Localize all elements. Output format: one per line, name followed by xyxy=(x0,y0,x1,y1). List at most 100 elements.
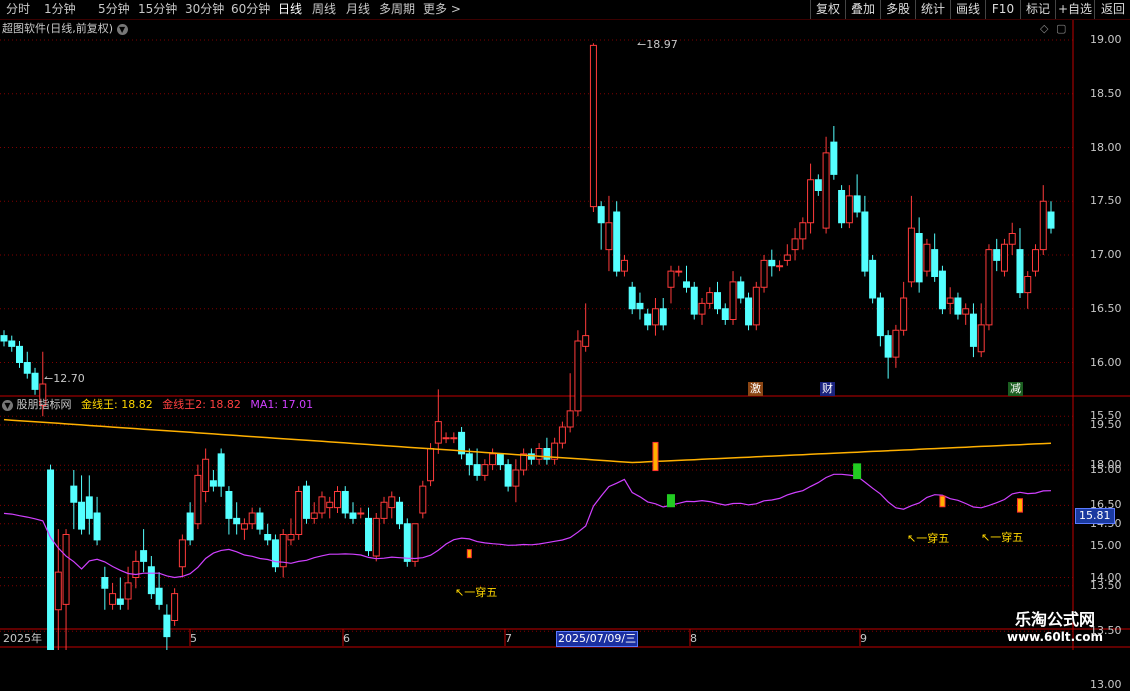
candle-body xyxy=(194,474,202,525)
candle-body xyxy=(1024,276,1032,294)
candle-body xyxy=(969,313,977,347)
chevron-down-icon[interactable]: ▼ xyxy=(116,23,128,35)
stock-title: 超图软件(日线,前复权) xyxy=(2,22,114,35)
candle-body xyxy=(155,587,163,605)
candle-body xyxy=(419,485,427,514)
candle-body xyxy=(434,421,442,444)
chart-canvas[interactable] xyxy=(0,0,1130,650)
y-tick-label: 15.00 xyxy=(1090,538,1122,552)
high-price-label: ↼18.97 xyxy=(637,38,678,51)
candle-body xyxy=(209,480,217,487)
candle-body xyxy=(582,335,590,347)
y-tick-label: 16.50 xyxy=(1090,301,1122,315)
candle-body xyxy=(380,501,388,519)
candle-body xyxy=(597,206,605,224)
candle-body xyxy=(985,249,993,326)
candle-body xyxy=(333,491,341,509)
ma1-line xyxy=(3,473,1052,579)
current-value-badge: 15.81 xyxy=(1075,508,1115,524)
candle-body xyxy=(636,302,644,310)
square-icon[interactable]: ▢ xyxy=(1056,22,1066,36)
gold-line xyxy=(3,418,1052,464)
candle-body xyxy=(822,152,830,229)
low-price-label: ↼12.70 xyxy=(44,372,85,385)
candle-body xyxy=(714,292,722,310)
candle-body xyxy=(163,614,171,638)
candle-body xyxy=(682,281,690,288)
candle-body xyxy=(667,270,675,288)
watermark: 乐淘公式网 www.60lt.com xyxy=(985,606,1125,644)
candle-body xyxy=(574,340,582,412)
candle-body xyxy=(1047,211,1055,229)
candle-body xyxy=(70,485,78,503)
candle-body xyxy=(442,437,450,440)
candle-body xyxy=(745,297,753,326)
candle-body xyxy=(721,308,729,320)
candle-body xyxy=(558,426,566,444)
candle-body xyxy=(907,227,915,283)
candle-body xyxy=(566,410,574,428)
candle-body xyxy=(147,566,155,595)
event-marker-jian[interactable]: 减 xyxy=(1008,382,1023,396)
candle-body xyxy=(892,329,900,358)
candle-body xyxy=(341,491,349,514)
candle-body xyxy=(853,195,861,213)
chevron-down-icon[interactable]: ▼ xyxy=(2,399,13,411)
y-tick-label: 13.00 xyxy=(1090,678,1122,691)
candle-body xyxy=(760,259,768,288)
candle-body xyxy=(450,437,458,440)
candle-body xyxy=(512,469,520,487)
date-label: 9 xyxy=(860,632,867,645)
candle-body xyxy=(993,249,1001,261)
candle-body xyxy=(481,464,489,476)
candle-body xyxy=(915,233,923,283)
y-tick-label: 19.50 xyxy=(1090,418,1122,431)
event-marker-ji[interactable]: 激 xyxy=(748,382,763,396)
candle-body xyxy=(799,222,807,240)
cross-signal-bar xyxy=(652,441,659,472)
crosshair-date-label: 2025/07/09/三 xyxy=(556,631,639,647)
candle-body xyxy=(171,593,179,621)
candle-body xyxy=(628,286,636,310)
candle-body xyxy=(357,512,365,515)
candle-body xyxy=(256,512,264,530)
candle-body xyxy=(931,249,939,277)
event-marker-cai[interactable]: 财 xyxy=(820,382,835,396)
candle-body xyxy=(543,448,551,460)
candle-body xyxy=(240,523,248,530)
watermark-url: www.60lt.com xyxy=(1006,630,1104,644)
candle-body xyxy=(527,453,535,460)
date-label: 7 xyxy=(505,632,512,645)
gold-line-label: 金线王: 18.82 xyxy=(81,398,153,411)
candle-body xyxy=(186,512,194,541)
candle-body xyxy=(737,281,745,299)
candle-body xyxy=(264,534,272,541)
candle-body xyxy=(16,345,24,363)
candle-body xyxy=(23,362,31,374)
candle-body xyxy=(271,539,279,568)
candle-body xyxy=(876,297,884,337)
date-label: 8 xyxy=(690,632,697,645)
candle-body xyxy=(814,179,822,191)
diamond-icon[interactable]: ◇ xyxy=(1040,22,1048,36)
candle-body xyxy=(217,453,225,487)
cross-signal-bar xyxy=(466,549,472,559)
candle-body xyxy=(962,308,970,315)
green-signal-bar xyxy=(853,463,862,480)
indicator-name: 股朋指标网 xyxy=(16,398,72,411)
gold-line2-label: 金线王2: 18.82 xyxy=(162,398,241,411)
candle-body xyxy=(109,593,117,605)
high-price-value: 18.97 xyxy=(646,38,678,51)
candle-body xyxy=(318,496,326,514)
candle-body xyxy=(31,372,39,390)
candle-body xyxy=(0,335,8,342)
watermark-title: 乐淘公式网 xyxy=(1014,610,1095,629)
candle-body xyxy=(62,534,70,605)
main-panel-title: 超图软件(日线,前复权) ▼ xyxy=(2,22,128,36)
y-tick-label: 13.50 xyxy=(1090,578,1122,592)
candle-body xyxy=(349,512,357,519)
candle-body xyxy=(690,286,698,315)
candle-body xyxy=(884,335,892,358)
candle-body xyxy=(620,259,628,272)
candle-body xyxy=(791,238,799,251)
